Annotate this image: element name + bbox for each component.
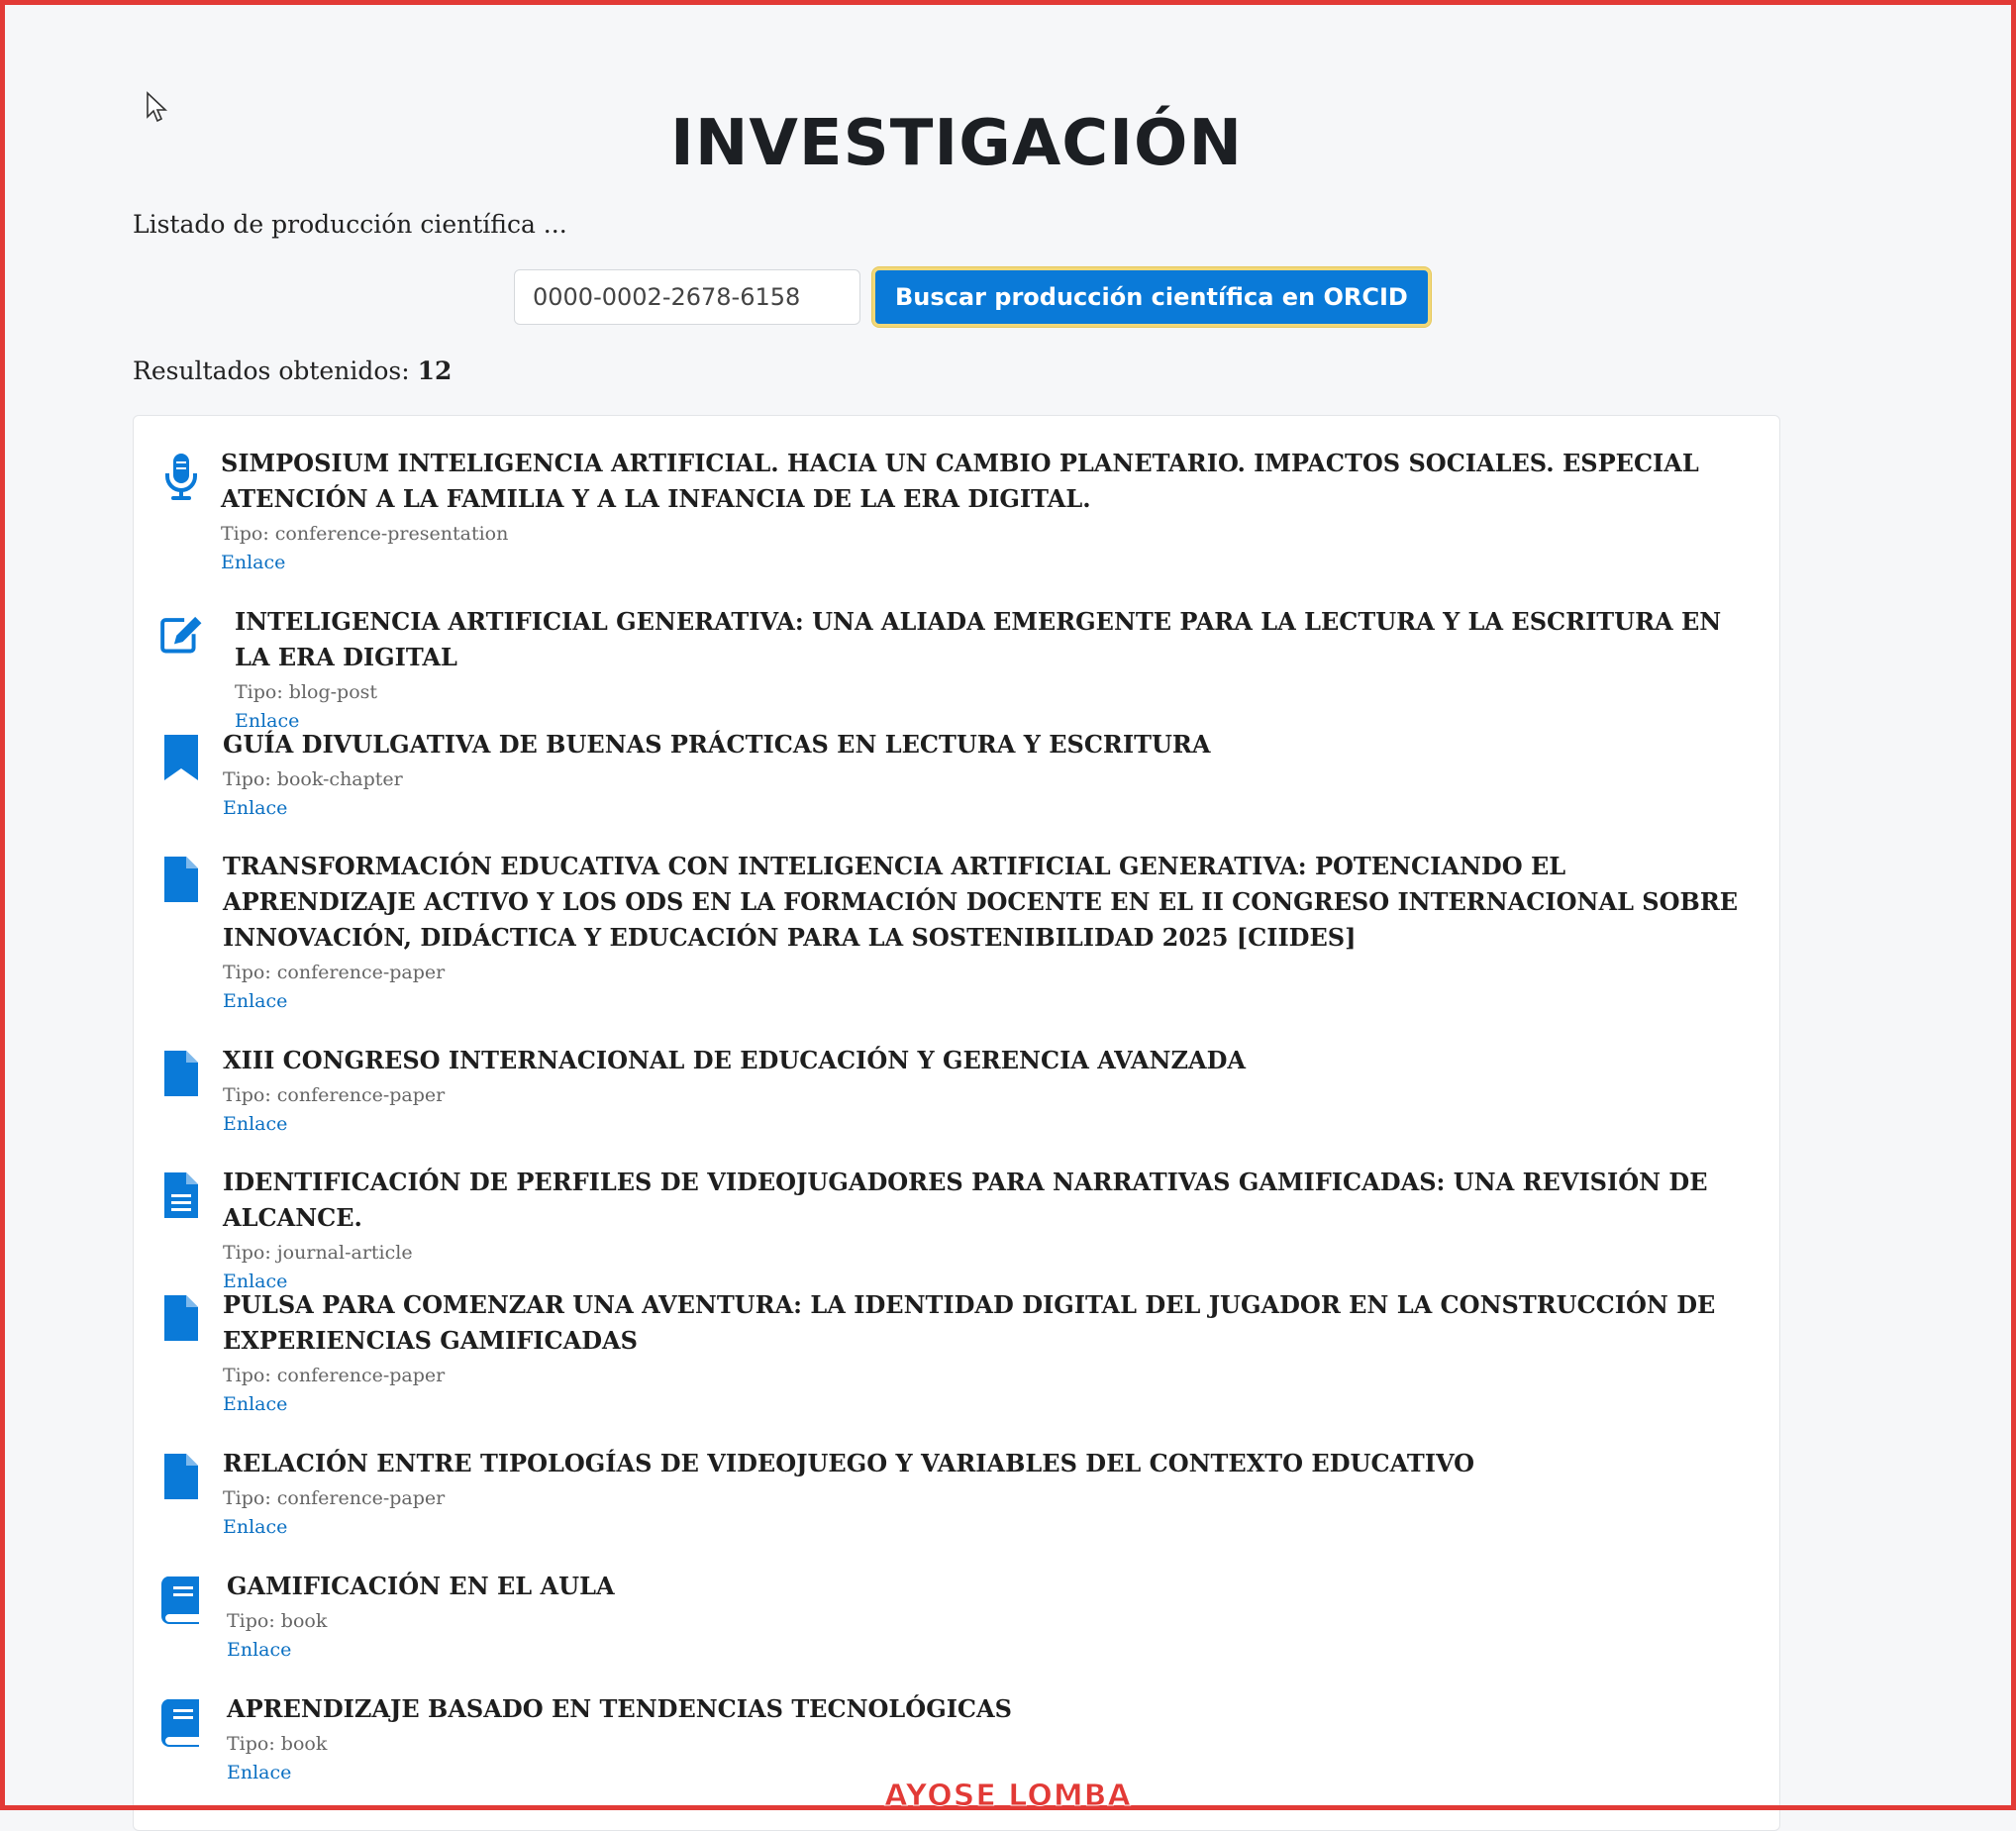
intro-text: Listado de producción científica ... xyxy=(133,210,567,239)
item-link[interactable]: Enlace xyxy=(223,793,1210,823)
list-item: PULSA PARA COMENZAR UNA AVENTURA: LA IDE… xyxy=(159,1287,1754,1419)
item-title: TRANSFORMACIÓN EDUCATIVA CON INTELIGENCI… xyxy=(223,852,1739,952)
file-icon xyxy=(159,1287,203,1343)
item-link[interactable]: Enlace xyxy=(223,986,1748,1016)
item-title: SIMPOSIUM INTELIGENCIA ARTIFICIAL. HACIA… xyxy=(221,449,1699,513)
item-title: PULSA PARA COMENZAR UNA AVENTURA: LA IDE… xyxy=(223,1290,1716,1355)
item-type: Tipo: journal-article xyxy=(223,1242,413,1264)
file-icon xyxy=(159,849,203,904)
list-item: INTELIGENCIA ARTIFICIAL GENERATIVA: UNA … xyxy=(159,604,1754,736)
item-title: XIII CONGRESO INTERNACIONAL DE EDUCACIÓN… xyxy=(223,1046,1247,1074)
item-link[interactable]: Enlace xyxy=(223,1109,1246,1139)
item-link[interactable]: Enlace xyxy=(227,1635,615,1665)
list-item: GUÍA DIVULGATIVA DE BUENAS PRÁCTICAS EN … xyxy=(159,727,1754,823)
orcid-input[interactable] xyxy=(514,269,860,325)
list-item: IDENTIFICACIÓN DE PERFILES DE VIDEOJUGAD… xyxy=(159,1165,1754,1296)
file-icon xyxy=(159,1043,203,1098)
search-orcid-button[interactable]: Buscar producción científica en ORCID xyxy=(872,267,1431,327)
list-item: RELACIÓN ENTRE TIPOLOGÍAS DE VIDEOJUEGO … xyxy=(159,1446,1754,1542)
item-title: RELACIÓN ENTRE TIPOLOGÍAS DE VIDEOJUEGO … xyxy=(223,1449,1475,1477)
results-list: SIMPOSIUM INTELIGENCIA ARTIFICIAL. HACIA… xyxy=(133,415,1780,1831)
list-item: TRANSFORMACIÓN EDUCATIVA CON INTELIGENCI… xyxy=(159,849,1754,1016)
book-icon xyxy=(159,1691,203,1747)
item-type: Tipo: conference-paper xyxy=(223,962,446,983)
item-title: INTELIGENCIA ARTIFICIAL GENERATIVA: UNA … xyxy=(235,607,1722,671)
item-type: Tipo: book-chapter xyxy=(223,768,403,790)
edit-icon xyxy=(159,604,203,660)
file-icon xyxy=(159,1446,203,1501)
item-type: Tipo: book xyxy=(227,1610,328,1632)
microphone-icon xyxy=(159,446,203,501)
item-link[interactable]: Enlace xyxy=(223,1389,1748,1419)
list-item: GAMIFICACIÓN EN EL AULA Tipo: book Enlac… xyxy=(159,1569,1754,1665)
list-item: XIII CONGRESO INTERNACIONAL DE EDUCACIÓN… xyxy=(159,1043,1754,1139)
search-bar: Buscar producción científica en ORCID xyxy=(514,267,1431,327)
page-title: INVESTIGACIÓN xyxy=(670,107,1243,180)
file-text-icon xyxy=(159,1165,203,1220)
item-type: Tipo: conference-paper xyxy=(223,1365,446,1386)
item-title: GUÍA DIVULGATIVA DE BUENAS PRÁCTICAS EN … xyxy=(223,730,1211,759)
item-type: Tipo: conference-paper xyxy=(223,1084,446,1106)
bookmark-icon xyxy=(159,727,203,782)
item-title: GAMIFICACIÓN EN EL AULA xyxy=(227,1572,615,1600)
item-type: Tipo: blog-post xyxy=(235,681,378,703)
item-link[interactable]: Enlace xyxy=(221,548,1754,577)
item-type: Tipo: book xyxy=(227,1733,328,1755)
results-label: Resultados obtenidos: xyxy=(133,356,410,385)
item-title: APRENDIZAJE BASADO EN TENDENCIAS TECNOLÓ… xyxy=(227,1694,1012,1723)
results-number: 12 xyxy=(417,356,453,385)
list-item: SIMPOSIUM INTELIGENCIA ARTIFICIAL. HACIA… xyxy=(159,446,1754,577)
item-title: IDENTIFICACIÓN DE PERFILES DE VIDEOJUGAD… xyxy=(223,1168,1708,1232)
item-type: Tipo: conference-presentation xyxy=(221,523,509,545)
results-count: Resultados obtenidos: 12 xyxy=(133,356,452,385)
list-item: APRENDIZAJE BASADO EN TENDENCIAS TECNOLÓ… xyxy=(159,1691,1754,1787)
item-type: Tipo: conference-paper xyxy=(223,1487,446,1509)
book-icon xyxy=(159,1569,203,1624)
watermark-logo: AYOSE LOMBA xyxy=(884,1779,1132,1814)
item-link[interactable]: Enlace xyxy=(223,1512,1474,1542)
